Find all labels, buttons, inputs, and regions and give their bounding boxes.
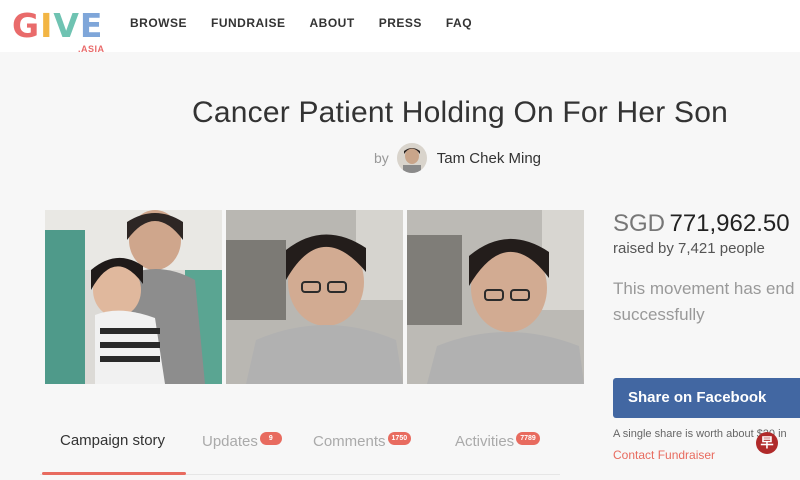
photo-gallery xyxy=(45,210,584,384)
tab-label: Activities xyxy=(455,433,515,450)
campaign-photo[interactable] xyxy=(45,210,222,384)
tab-campaign-story[interactable]: Campaign story xyxy=(60,432,165,449)
nav-press[interactable]: PRESS xyxy=(379,16,422,30)
share-on-facebook-button[interactable]: Share on Facebook xyxy=(613,378,800,418)
raised-by-text: raised by 7,421 people xyxy=(613,240,765,257)
campaign-photo[interactable] xyxy=(226,210,403,384)
nav-fundraise[interactable]: FUNDRAISE xyxy=(211,16,286,30)
amount-value: 771,962.50 xyxy=(669,210,790,237)
currency-label: SGD xyxy=(613,210,666,237)
logo-suffix: .ASIA xyxy=(78,44,105,54)
nav-faq[interactable]: FAQ xyxy=(446,16,472,30)
author-name[interactable]: Tam Chek Ming xyxy=(437,150,541,167)
tab-updates[interactable]: Updates 9 xyxy=(202,432,282,450)
campaign-ended-message: This movement has end successfully xyxy=(613,276,800,328)
campaign-tabs: Campaign story Updates 9 Comments 1750 Act… xyxy=(40,424,560,475)
tab-label: Updates xyxy=(202,433,258,450)
top-bar: GIVE .ASIA BROWSE FUNDRAISE ABOUT PRESS … xyxy=(0,0,800,55)
activities-count-badge: 7789 xyxy=(516,432,540,445)
logo-wordmark: GIVE xyxy=(12,6,104,45)
tab-comments[interactable]: Comments 1750 xyxy=(313,432,412,450)
newspaper-watermark: 早 xyxy=(756,432,778,454)
campaign-photo[interactable] xyxy=(407,210,584,384)
author-avatar[interactable] xyxy=(396,143,427,173)
amount-raised: SGD 771,962.50 xyxy=(613,210,790,238)
campaign-title: Cancer Patient Holding On For Her Son xyxy=(192,96,728,129)
tab-activities[interactable]: Activities 7789 xyxy=(455,432,540,450)
nav-browse[interactable]: BROWSE xyxy=(130,16,187,30)
ended-line-2: successfully xyxy=(613,305,705,324)
contact-fundraiser-link[interactable]: Contact Fundraiser xyxy=(613,448,715,462)
active-tab-indicator xyxy=(42,472,186,475)
nav-about[interactable]: ABOUT xyxy=(310,16,355,30)
updates-count-badge: 9 xyxy=(259,432,282,445)
by-label: by xyxy=(374,150,389,166)
tab-label: Campaign story xyxy=(60,432,166,449)
byline: by Tam Chek Ming xyxy=(374,142,541,174)
main-nav: BROWSE FUNDRAISE ABOUT PRESS FAQ xyxy=(130,16,496,30)
ended-line-1: This movement has end xyxy=(613,279,795,298)
comments-count-badge: 1750 xyxy=(387,432,412,445)
give-asia-logo[interactable]: GIVE .ASIA xyxy=(12,6,112,55)
tab-label: Comments xyxy=(313,433,386,450)
